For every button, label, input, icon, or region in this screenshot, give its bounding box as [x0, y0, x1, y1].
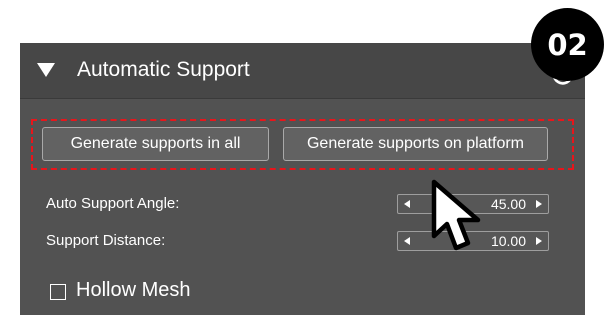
hollow-mesh-checkbox[interactable] [50, 284, 66, 300]
hollow-mesh-label[interactable]: Hollow Mesh [76, 279, 190, 302]
generate-supports-platform-button[interactable]: Generate supports on platform [283, 127, 548, 161]
panel-header[interactable]: Automatic Support [20, 43, 585, 99]
generate-supports-all-button[interactable]: Generate supports in all [42, 127, 269, 161]
decrement-arrow-icon[interactable] [404, 237, 410, 245]
automatic-support-panel: Automatic Support Generate supports in a… [20, 43, 585, 315]
increment-arrow-icon[interactable] [536, 237, 542, 245]
decrement-arrow-icon[interactable] [404, 200, 410, 208]
support-distance-label: Support Distance: [46, 232, 166, 249]
panel-title: Automatic Support [77, 58, 250, 81]
step-badge: 02 [531, 8, 604, 81]
triangle-down-icon[interactable] [37, 63, 55, 77]
increment-arrow-icon[interactable] [536, 200, 542, 208]
mouse-pointer-icon [431, 179, 481, 251]
auto-support-angle-label: Auto Support Angle: [46, 195, 180, 212]
